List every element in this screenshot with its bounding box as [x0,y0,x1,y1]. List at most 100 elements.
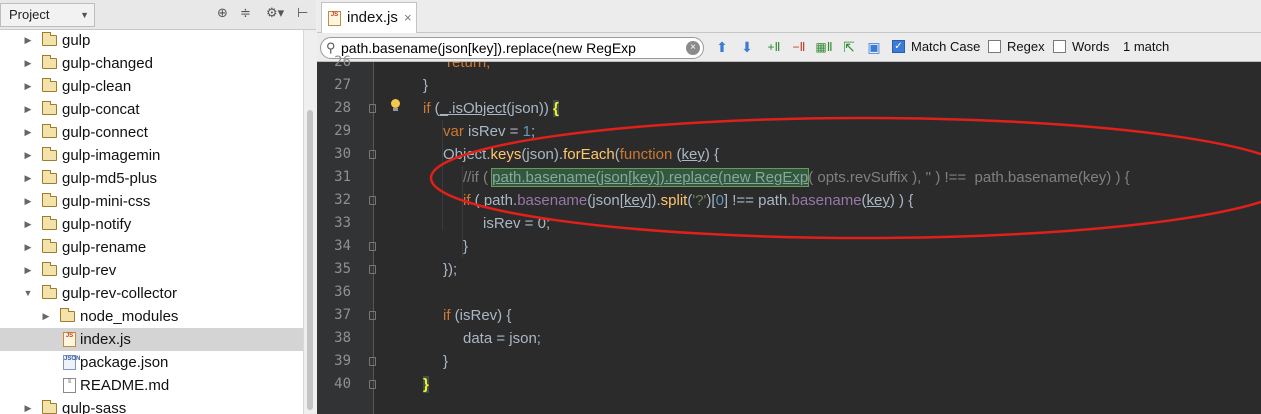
folder-icon [42,400,57,414]
tree-item-gulp-sass[interactable]: ▶ gulp-sass [0,397,303,414]
tree-item-gulp-rev[interactable]: ▶ gulp-rev [0,259,303,282]
json-file-icon: JSON [63,355,80,370]
line-number: 37 [334,307,351,323]
code-line[interactable]: }); [443,258,457,281]
code-line[interactable]: data = json; [463,327,541,350]
tree-item-node-modules[interactable]: ▶ node_modules [0,305,303,328]
code-area[interactable]: return; } if (_.isObject(json)) { var is… [374,62,1261,414]
tree-item-gulp-rename[interactable]: ▶ gulp-rename [0,236,303,259]
tab-index-js[interactable]: JS index.js × [321,2,417,33]
chevron-right-icon[interactable]: ▶ [22,121,34,144]
chevron-right-icon[interactable]: ▶ [22,397,34,414]
code-line[interactable]: } [423,373,429,396]
tree-item-label: gulp-notify [62,216,132,233]
tree-item-gulp-connect[interactable]: ▶ gulp-connect [0,121,303,144]
lightbulb-icon[interactable] [390,99,401,112]
project-tree: ▶ gulp ▶ gulp-changed ▶ gulp-clean ▶ gulp-conca… [0,30,303,414]
gear-icon[interactable]: ⚙▾ [266,7,284,21]
folder-icon [42,170,57,184]
chevron-right-icon[interactable]: ▶ [22,144,34,167]
project-view-selector[interactable]: Project ▼ [0,3,95,27]
tree-item-gulp-mini-css[interactable]: ▶ gulp-mini-css [0,190,303,213]
chevron-right-icon[interactable]: ▶ [22,236,34,259]
search-field[interactable]: ⚲ × [320,37,704,59]
chevron-right-icon[interactable]: ▶ [22,167,34,190]
code-line[interactable]: return; [447,62,490,74]
folder-icon [42,78,57,92]
chevron-right-icon[interactable]: ▶ [22,30,34,52]
chevron-right-icon[interactable]: ▶ [22,190,34,213]
line-number: 29 [334,123,351,139]
code-line[interactable]: //if ( path.basename(json[key]).replace(… [463,166,1130,189]
code-line[interactable]: if (isRev) { [443,304,511,327]
code-line[interactable]: if (_.isObject(json)) { [423,97,559,120]
tree-item-label: gulp-rename [62,239,147,256]
folder-icon [42,32,57,46]
tree-item-index-js[interactable]: JS index.js [0,328,303,351]
match-case-checkbox[interactable]: ✓ [892,40,905,53]
code-line[interactable]: var isRev = 1; [443,120,535,143]
next-occurrence-icon[interactable]: ⬇ [738,38,756,56]
filter-icon[interactable]: ▣ [865,38,883,56]
words-label[interactable]: Words [1072,38,1109,56]
remove-occurrence-icon[interactable]: −Ⅱ [790,38,808,56]
search-input[interactable] [341,39,681,57]
previous-occurrence-icon[interactable]: ⬆ [713,38,731,56]
matching-brace: } [423,376,429,393]
chevron-right-icon[interactable]: ▶ [22,259,34,282]
tree-item-gulp-md5-plus[interactable]: ▶ gulp-md5-plus [0,167,303,190]
collapse-icon[interactable]: ≑ [240,7,251,21]
tree-item-label: gulp-changed [62,55,153,72]
find-bar: ⚲ × ⬆ ⬇ +Ⅱ −Ⅱ ▦Ⅱ ⇱ ▣ ✓ Match Case Regex … [317,33,1261,62]
select-all-occurrences-icon[interactable]: ▦Ⅱ [815,38,833,56]
code-line[interactable]: if ( path.basename(json[key]).split('?')… [463,189,913,212]
tree-item-gulp-concat[interactable]: ▶ gulp-concat [0,98,303,121]
line-number: 27 [334,77,351,93]
words-checkbox[interactable] [1053,40,1066,53]
tree-item-package-json[interactable]: JSON package.json [0,351,303,374]
tree-item-gulp-imagemin[interactable]: ▶ gulp-imagemin [0,144,303,167]
tree-item-label: gulp-concat [62,101,140,118]
add-occurrence-icon[interactable]: +Ⅱ [765,38,783,56]
line-number: 35 [334,261,351,277]
tree-item-gulp-clean[interactable]: ▶ gulp-clean [0,75,303,98]
folder-icon [42,193,57,207]
scrollbar-thumb[interactable] [307,110,313,410]
line-number: 40 [334,376,351,392]
export-icon[interactable]: ⇱ [840,38,858,56]
regex-label[interactable]: Regex [1007,38,1045,56]
tree-item-label: gulp-sass [62,400,127,414]
tree-item-gulp[interactable]: ▶ gulp [0,30,303,52]
chevron-right-icon[interactable]: ▶ [22,213,34,236]
regex-checkbox[interactable] [988,40,1001,53]
line-number: 32 [334,192,351,208]
hide-icon[interactable]: ⊢ [297,7,308,21]
project-tree-scrollbar[interactable] [303,30,316,414]
line-number: 39 [334,353,351,369]
close-icon[interactable]: × [404,3,412,32]
md-file-icon: ≡ [63,378,76,393]
code-line[interactable]: } [443,350,448,373]
chevron-right-icon[interactable]: ▶ [22,98,34,121]
chevron-right-icon[interactable]: ▶ [40,305,52,328]
tree-item-label: gulp-imagemin [62,147,161,164]
target-icon[interactable]: ⊕ [217,7,228,21]
clear-search-icon[interactable]: × [686,41,700,55]
folder-icon [60,308,75,322]
code-line[interactable]: } [463,235,468,258]
line-number-gutter[interactable]: 26 27 28 29 30 31 32 33 34 35 36 37 38 3… [317,54,376,414]
code-line[interactable]: } [423,74,428,97]
chevron-right-icon[interactable]: ▶ [22,75,34,98]
code-line[interactable]: isRev = 0; [483,212,550,235]
line-number: 28 [334,100,351,116]
js-file-icon: JS [63,332,76,347]
line-number: 31 [334,169,351,185]
tree-item-gulp-rev-collector[interactable]: ▼ gulp-rev-collector [0,282,303,305]
code-line[interactable]: Object.keys(json).forEach(function (key)… [443,143,719,166]
tree-item-readme-md[interactable]: ≡ README.md [0,374,303,397]
chevron-right-icon[interactable]: ▶ [22,52,34,75]
tree-item-gulp-notify[interactable]: ▶ gulp-notify [0,213,303,236]
chevron-down-icon[interactable]: ▼ [22,282,34,305]
match-case-label[interactable]: Match Case [911,38,980,56]
tree-item-gulp-changed[interactable]: ▶ gulp-changed [0,52,303,75]
